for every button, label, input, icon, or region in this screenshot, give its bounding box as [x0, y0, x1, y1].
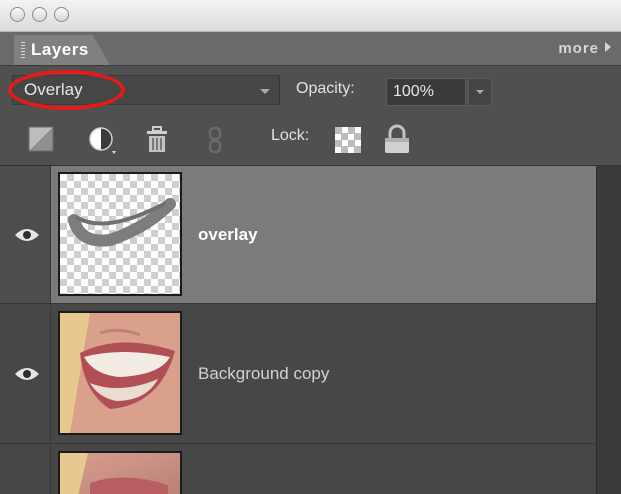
visibility-column — [0, 445, 51, 494]
layers-tab[interactable]: Layers — [14, 35, 110, 65]
grip-icon[interactable] — [21, 42, 25, 58]
smiling-mouth-photo — [60, 313, 180, 433]
panel-tab-strip: Layers more — [0, 32, 621, 66]
new-layer-icon[interactable] — [28, 126, 54, 152]
layer-thumbnail[interactable] — [58, 172, 182, 296]
lock-transparency-icon[interactable] — [335, 127, 361, 153]
layer-thumbnail[interactable] — [58, 451, 182, 494]
trash-icon[interactable] — [144, 125, 170, 155]
layers-scrollbar[interactable] — [596, 166, 621, 494]
title-bar — [0, 0, 621, 32]
layer-toolbar: Lock: — [0, 116, 621, 166]
layer-thumbnail[interactable] — [58, 311, 182, 435]
link-icon[interactable] — [207, 126, 223, 156]
opacity-input[interactable]: 100% — [386, 78, 466, 106]
layers-window: Layers more Overlay Opacity: 100% Lock: … — [0, 0, 621, 494]
layer-name: overlay — [198, 225, 258, 244]
layer-photo-thumbnail — [60, 453, 168, 494]
layers-list: overlay Background copy — [0, 166, 596, 494]
layers-tab-label: Layers — [31, 40, 89, 59]
eye-icon[interactable] — [14, 227, 40, 243]
layer-row[interactable]: Background copy — [0, 305, 596, 444]
layer-name: Background copy — [198, 364, 330, 383]
layer-row[interactable] — [0, 445, 596, 494]
layer-options-row: Overlay Opacity: 100% — [0, 66, 621, 116]
zoom-window-button[interactable] — [54, 7, 69, 22]
smile-stroke-thumbnail — [68, 198, 176, 247]
more-menu-button[interactable]: more — [558, 40, 611, 57]
opacity-slider-button[interactable] — [468, 78, 492, 106]
minimize-window-button[interactable] — [32, 7, 47, 22]
highlight-annotation — [8, 70, 125, 110]
adjustment-layer-icon[interactable] — [86, 125, 120, 157]
close-window-button[interactable] — [10, 7, 25, 22]
opacity-value: 100% — [393, 83, 434, 100]
visibility-column — [0, 305, 51, 443]
visibility-column — [0, 166, 51, 303]
chevron-down-icon — [260, 89, 270, 94]
opacity-label: Opacity: — [296, 80, 355, 97]
layer-row[interactable]: overlay — [0, 166, 596, 304]
eye-icon[interactable] — [14, 366, 40, 382]
lock-label: Lock: — [271, 127, 310, 144]
more-label: more — [558, 40, 599, 57]
lock-all-icon[interactable] — [382, 123, 412, 155]
triangle-right-icon — [605, 42, 611, 52]
